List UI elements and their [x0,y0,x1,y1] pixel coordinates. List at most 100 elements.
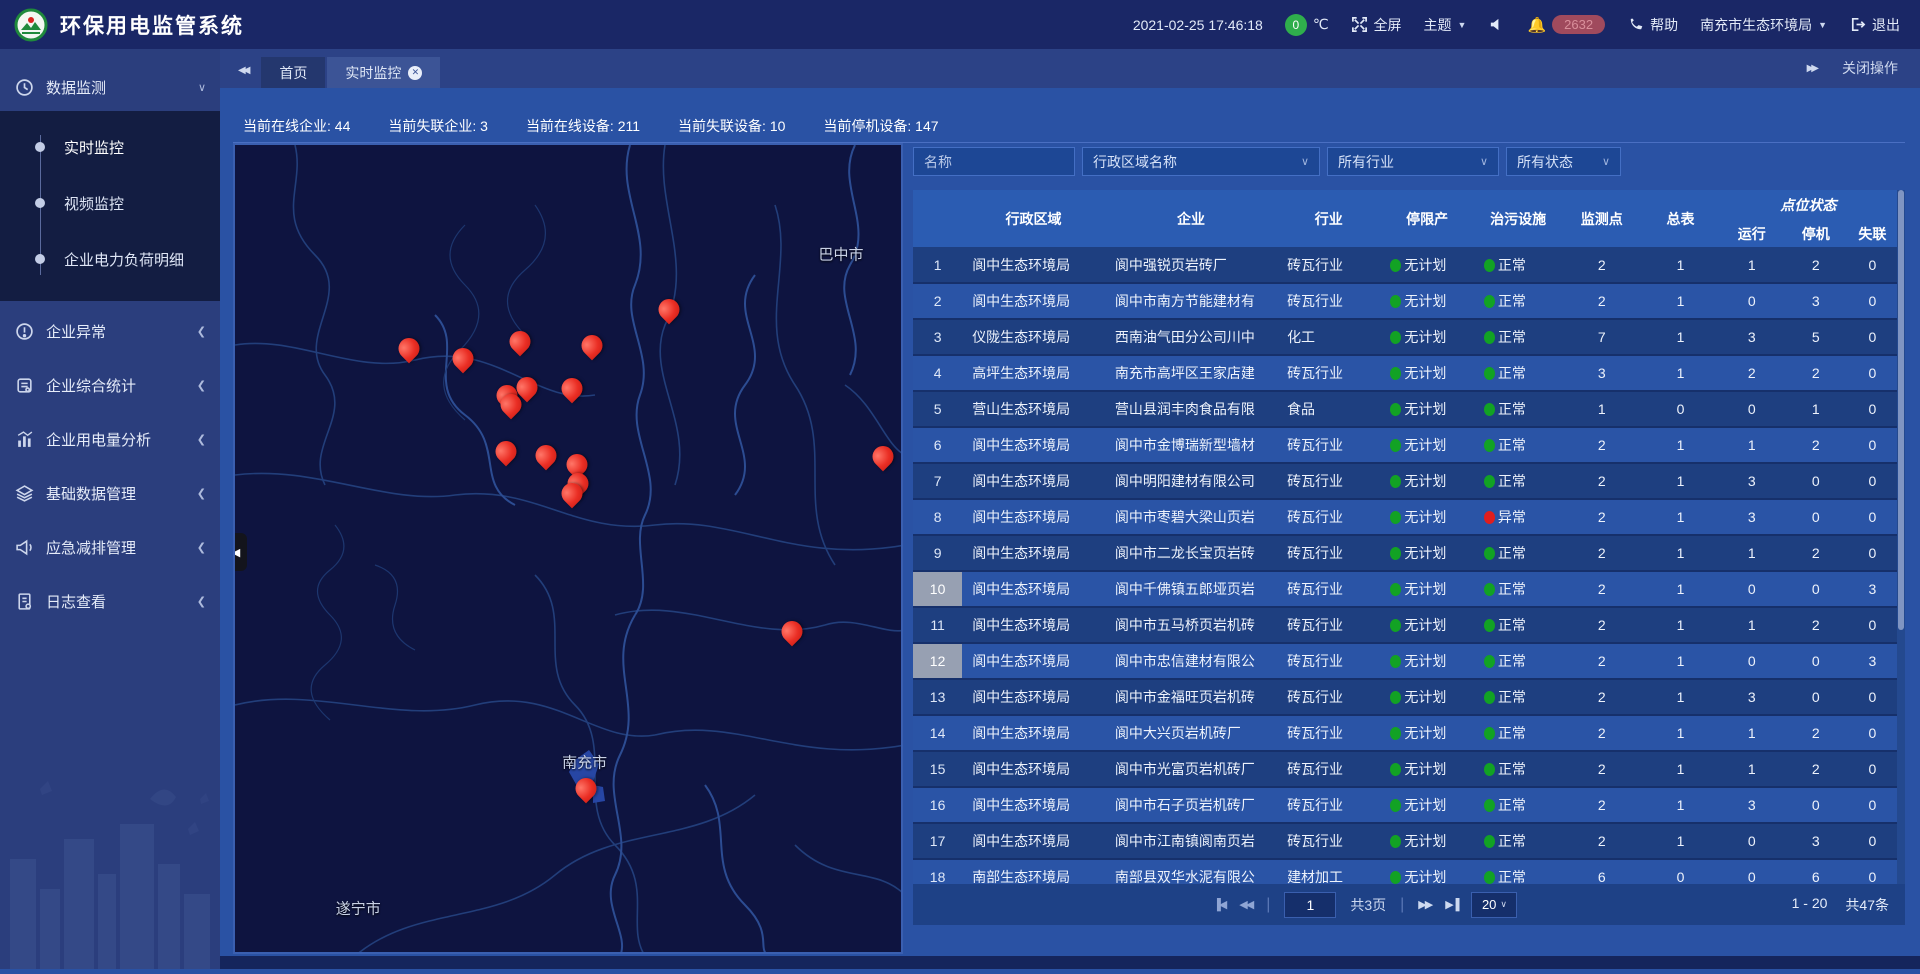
notifications[interactable]: 🔔 2632 [1527,15,1605,34]
tab-close-icon[interactable]: ✕ [408,66,422,80]
status-dot-icon [1390,871,1401,884]
col-总表: 总表 [1641,190,1720,247]
col-停机: 停机 [1784,220,1848,247]
status-dot-icon [1484,511,1495,524]
tabs-scroll-right-button[interactable]: ▶▶ [1807,63,1816,74]
sidebar-item-企业用电量分析[interactable]: 企业用电量分析❮ [0,415,220,463]
status-dot-icon [1390,439,1401,452]
chevron-left-icon: ❮ [197,325,206,338]
sidebar-item-企业异常[interactable]: 企业异常❮ [0,307,220,355]
filter-row: 行政区域名称∨ 所有行业∨ 所有状态∨ [913,147,1621,176]
theme-dropdown[interactable]: 主题▼ [1424,15,1467,35]
top-header: 环保用电监管系统 2021-02-25 17:46:18 0 ℃ 全屏 主题▼ … [0,0,1920,49]
sidebar-item-基础数据管理[interactable]: 基础数据管理❮ [0,469,220,517]
fullscreen-button[interactable]: 全屏 [1351,15,1402,35]
status-dot-icon [1484,835,1495,848]
col-治污设施: 治污设施 [1474,190,1563,247]
bell-icon: 🔔 [1527,16,1546,34]
col-行业: 行业 [1277,190,1380,247]
status-dot-icon [1390,799,1401,812]
status-dot-icon [1484,727,1495,740]
divider: | [1266,896,1270,914]
table-row-1[interactable]: 1阆中生态环境局阆中强锐页岩砖厂砖瓦行业无计划正常21120 [913,247,1897,283]
alert-icon [14,321,34,341]
bottom-strip [220,956,1920,969]
status-filter-select[interactable]: 所有状态∨ [1506,147,1621,176]
status-dot-icon [1390,619,1401,632]
sidebar-item-日志查看[interactable]: 日志查看❮ [0,577,220,625]
tab-实时监控[interactable]: 实时监控✕ [327,57,440,88]
table-row-9[interactable]: 9阆中生态环境局阆中市二龙长宝页岩砖砖瓦行业无计划正常21120 [913,535,1897,571]
map-collapse-button[interactable]: ◀ [233,533,247,571]
status-dot-icon [1484,547,1495,560]
industry-filter-select[interactable]: 所有行业∨ [1327,147,1499,176]
status-dot-icon [1484,367,1495,380]
name-search-input[interactable] [913,147,1075,176]
region-filter-select[interactable]: 行政区域名称∨ [1082,147,1320,176]
chevron-left-icon: ❮ [197,487,206,500]
tab-首页[interactable]: 首页 [261,57,325,88]
col-运行: 运行 [1720,220,1784,247]
table-row-6[interactable]: 6阆中生态环境局阆中市金博瑞新型墙材砖瓦行业无计划正常21120 [913,427,1897,463]
table-row-7[interactable]: 7阆中生态环境局阆中明阳建材有限公司砖瓦行业无计划正常21300 [913,463,1897,499]
sound-button[interactable] [1488,16,1505,33]
status-dot-icon [1390,259,1401,272]
main-content: ◀◀ 首页实时监控✕ ▶▶ 关闭操作 当前在线企业: 44当前失联企业: 3当前… [220,49,1920,969]
status-dot-icon [1484,403,1495,416]
page-size-select[interactable]: 20∨ [1471,892,1517,918]
sidebar-item-数据监测[interactable]: 数据监测∨ [0,63,220,111]
page-title: 环保用电监管系统 [60,10,244,40]
temperature-unit: ℃ [1313,16,1329,33]
megaphone-icon [14,537,34,557]
col-group-点位状态: 点位状态 [1720,190,1897,220]
temperature-value: 0 [1285,14,1307,36]
map-panel[interactable]: 巴中市南充市遂宁市 ◀ [233,143,903,954]
status-dot-icon [1390,367,1401,380]
table-row-10[interactable]: 10阆中生态环境局阆中千佛镇五郎垭页岩砖瓦行业无计划正常21003 [913,571,1897,607]
last-page-button[interactable]: ▶▐ [1445,898,1457,911]
stats-icon [14,375,34,395]
table-row-13[interactable]: 13阆中生态环境局阆中市金福旺页岩机砖砖瓦行业无计划正常21300 [913,679,1897,715]
table-row-12[interactable]: 12阆中生态环境局阆中市忠信建材有限公砖瓦行业无计划正常21003 [913,643,1897,679]
prev-page-button[interactable]: ◀◀ [1239,898,1252,911]
table-row-5[interactable]: 5营山生态环境局营山县润丰肉食品有限食品无计划正常10010 [913,391,1897,427]
close-operations-button[interactable]: 关闭操作 [1842,58,1898,78]
org-dropdown[interactable]: 南充市生态环境局▼ [1700,15,1827,35]
sidebar-item-应急减排管理[interactable]: 应急减排管理❮ [0,523,220,571]
city-skyline-decoration [0,769,220,969]
table-row-11[interactable]: 11阆中生态环境局阆中市五马桥页岩机砖砖瓦行业无计划正常21120 [913,607,1897,643]
status-dot-icon [1390,331,1401,344]
table-row-2[interactable]: 2阆中生态环境局阆中市南方节能建材有砖瓦行业无计划正常21030 [913,283,1897,319]
first-page-button[interactable]: ▐◀ [1213,898,1225,911]
sidebar-item-企业综合统计[interactable]: 企业综合统计❮ [0,361,220,409]
col-监测点: 监测点 [1562,190,1641,247]
status-dot-icon [1484,691,1495,704]
sidebar-subitem-实时监控[interactable]: 实时监控 [0,119,220,175]
next-page-button[interactable]: ▶▶ [1418,898,1431,911]
chart-icon [14,429,34,449]
status-dot-icon [1390,547,1401,560]
table-row-15[interactable]: 15阆中生态环境局阆中市光富页岩机砖厂砖瓦行业无计划正常21120 [913,751,1897,787]
page-number-input[interactable] [1284,892,1336,918]
table-row-18[interactable]: 18南部生态环境局南部县双华水泥有限公建材加工无计划正常60060 [913,859,1897,884]
table-row-8[interactable]: 8阆中生态环境局阆中市枣碧大梁山页岩砖瓦行业无计划异常21300 [913,499,1897,535]
divider: | [1400,896,1404,914]
chevron-down-icon: ▼ [1458,20,1467,30]
table-row-14[interactable]: 14阆中生态环境局阆中大兴页岩机砖厂砖瓦行业无计划正常21120 [913,715,1897,751]
table-row-4[interactable]: 4高坪生态环境局南充市高坪区王家店建砖瓦行业无计划正常31220 [913,355,1897,391]
table-scrollbar[interactable] [1897,190,1905,884]
layers-icon [14,483,34,503]
stat-当前在线企业: 当前在线企业: 44 [243,116,350,136]
sidebar-subitem-企业电力负荷明细[interactable]: 企业电力负荷明细 [0,231,220,287]
help-button[interactable]: 帮助 [1627,15,1678,35]
status-dot-icon [1484,871,1495,884]
sidebar-subitem-视频监控[interactable]: 视频监控 [0,175,220,231]
logout-button[interactable]: 退出 [1849,15,1900,35]
table-row-17[interactable]: 17阆中生态环境局阆中市江南镇阆南页岩砖瓦行业无计划正常21030 [913,823,1897,859]
table-row-16[interactable]: 16阆中生态环境局阆中市石子页岩机砖厂砖瓦行业无计划正常21300 [913,787,1897,823]
map-label-遂宁市: 遂宁市 [336,897,381,918]
table-row-3[interactable]: 3仪陇生态环境局西南油气田分公司川中化工无计划正常71350 [913,319,1897,355]
status-dot-icon [1390,403,1401,416]
status-dot-icon [1484,475,1495,488]
tabs-scroll-left-button[interactable]: ◀◀ [220,65,261,88]
